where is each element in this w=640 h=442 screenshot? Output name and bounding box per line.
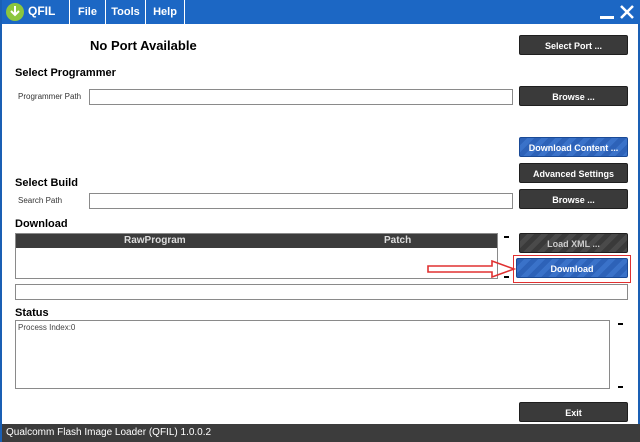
search-path-input[interactable] — [89, 193, 513, 209]
select-build-label: Select Build — [15, 177, 78, 189]
status-bar: Qualcomm Flash Image Loader (QFIL) 1.0.0… — [2, 424, 640, 442]
title-bar: QFIL File Tools Help — [2, 0, 640, 24]
search-path-label: Search Path — [18, 196, 63, 205]
minimize-icon — [600, 16, 614, 19]
app-name: QFIL — [28, 4, 56, 18]
load-xml-button[interactable]: Load XML ... — [519, 233, 628, 253]
select-programmer-label: Select Programmer — [15, 67, 116, 79]
download-table-header: RawProgram Patch — [16, 234, 497, 248]
status-log[interactable]: Process Index:0 — [15, 320, 610, 389]
programmer-browse-button[interactable]: Browse ... — [519, 86, 628, 106]
exit-button[interactable]: Exit — [519, 402, 628, 422]
download-highlight-box — [513, 255, 631, 283]
progress-bar — [15, 284, 628, 300]
status-section-label: Status — [15, 307, 49, 319]
close-icon — [620, 5, 634, 19]
qfil-window: QFIL File Tools Help No Port Available S… — [0, 0, 640, 442]
status-scroll-bottom-marker — [618, 386, 623, 388]
menu-tools[interactable]: Tools — [105, 0, 145, 24]
menu-file[interactable]: File — [69, 0, 105, 24]
advanced-settings-button[interactable]: Advanced Settings — [519, 163, 628, 183]
programmer-path-label: Programmer Path — [18, 92, 82, 101]
column-rawprogram[interactable]: RawProgram — [124, 234, 186, 248]
menu-help[interactable]: Help — [145, 0, 185, 24]
minimize-button[interactable] — [600, 4, 614, 20]
status-scroll-top-marker — [618, 323, 623, 325]
footer-version-text: Qualcomm Flash Image Loader (QFIL) 1.0.0… — [6, 427, 212, 438]
port-status: No Port Available — [90, 38, 197, 53]
column-patch[interactable]: Patch — [384, 234, 411, 248]
programmer-path-input[interactable] — [89, 89, 513, 105]
download-content-button[interactable]: Download Content ... — [519, 137, 628, 157]
red-arrow-icon — [427, 260, 516, 278]
close-button[interactable] — [619, 4, 635, 20]
select-port-button[interactable]: Select Port ... — [519, 35, 628, 55]
download-section-label: Download — [15, 218, 68, 230]
qfil-logo-icon — [6, 3, 24, 21]
build-browse-button[interactable]: Browse ... — [519, 189, 628, 209]
table-scroll-top-marker — [504, 236, 509, 238]
status-text: Process Index:0 — [18, 323, 76, 332]
